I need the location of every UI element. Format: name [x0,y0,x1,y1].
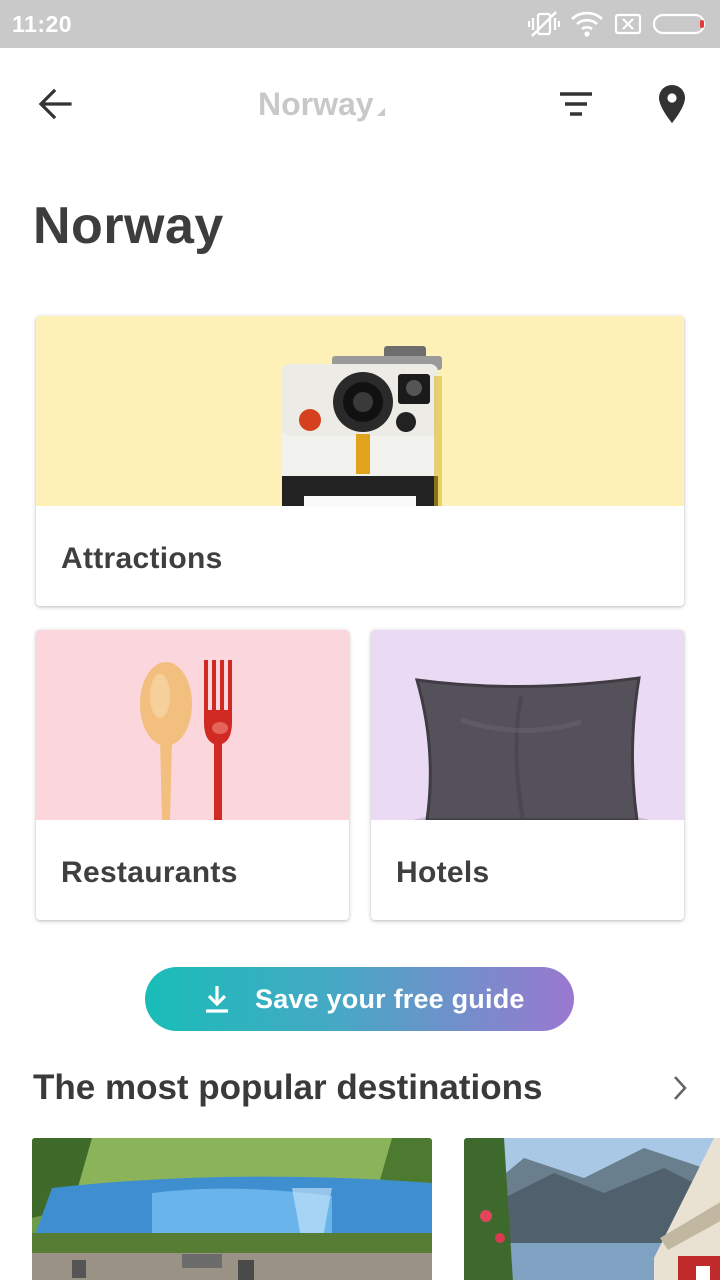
popular-destinations-heading: The most popular destinations [33,1068,543,1107]
arrow-left-icon[interactable] [30,84,82,124]
destination-card-1[interactable] [32,1138,432,1280]
status-time: 11:20 [12,11,73,37]
category-label-hotels: Hotels [396,856,490,889]
save-guide-label: Save your free guide [255,984,525,1014]
dropdown-caret-icon [376,108,385,116]
category-card-restaurants[interactable]: Restaurants [36,630,349,920]
hotels-image [371,630,684,820]
pillow-icon [413,676,649,820]
instant-camera-icon [282,346,442,506]
fjord-red-house-photo [464,1138,720,1280]
download-icon [206,986,228,1013]
destination-selector[interactable]: Norway [258,84,385,124]
sim-none-icon [614,13,642,35]
filter-icon[interactable] [552,84,600,124]
app-bar-title: Norway [258,85,374,122]
top-app-bar: Norway [0,48,720,160]
spoon-fork-icon [140,660,232,820]
category-card-attractions[interactable]: Attractions [36,316,684,606]
wifi-icon [571,11,603,37]
chevron-right-icon[interactable] [668,1072,692,1104]
attractions-image [36,316,684,506]
battery-icon [652,13,706,35]
lake-park-photo [32,1138,432,1280]
map-pin-icon[interactable] [650,82,694,126]
page-title: Norway [33,197,224,255]
status-bar: 11:20 [0,0,720,48]
save-guide-button[interactable]: Save your free guide [145,967,574,1031]
category-card-hotels[interactable]: Hotels [371,630,684,920]
category-label-attractions: Attractions [61,542,223,575]
category-label-restaurants: Restaurants [61,856,238,889]
restaurants-image [36,630,349,820]
destination-card-2[interactable] [464,1138,720,1280]
vibrate-off-icon [528,11,560,37]
